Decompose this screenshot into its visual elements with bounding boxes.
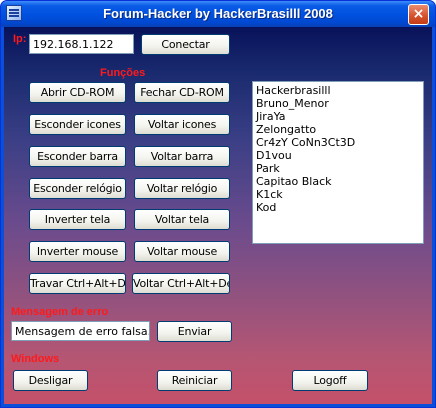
- restore-icons-button[interactable]: Voltar icones: [134, 114, 230, 135]
- error-message-title: Mensagem de erro: [11, 306, 109, 318]
- restore-clock-button[interactable]: Voltar relógio: [134, 178, 230, 199]
- shutdown-button[interactable]: Desligar: [13, 370, 88, 391]
- error-message-input[interactable]: [11, 321, 150, 341]
- hide-taskbar-button[interactable]: Esconder barra: [29, 146, 126, 167]
- list-item[interactable]: Hackerbrasilll: [256, 84, 423, 97]
- list-item[interactable]: K1ck: [256, 188, 423, 201]
- app-window: Forum-Hacker by HackerBrasilll 2008 × Ip…: [0, 0, 436, 408]
- list-item[interactable]: D1vou: [256, 149, 423, 162]
- window-frame-bottom: [1, 404, 435, 407]
- send-button[interactable]: Enviar: [157, 321, 232, 342]
- hide-icons-button[interactable]: Esconder icones: [29, 114, 126, 135]
- window-frame-right: [432, 27, 435, 407]
- restore-taskbar-button[interactable]: Voltar barra: [134, 146, 230, 167]
- list-item[interactable]: Capitao Black: [256, 175, 423, 188]
- restore-screen-button[interactable]: Voltar tela: [134, 209, 230, 230]
- windows-title: Windows: [11, 353, 60, 365]
- list-item[interactable]: Park: [256, 162, 423, 175]
- list-item[interactable]: Cr4zY CoNn3Ct3D: [256, 136, 423, 149]
- close-icon[interactable]: ×: [408, 4, 429, 25]
- title-bar[interactable]: Forum-Hacker by HackerBrasilll 2008 ×: [1, 1, 435, 27]
- lock-ctrl-alt-del-button[interactable]: Travar Ctrl+Alt+Del: [29, 273, 126, 294]
- list-item[interactable]: Kod: [256, 201, 423, 214]
- restore-mouse-button[interactable]: Voltar mouse: [134, 241, 230, 262]
- list-item[interactable]: JiraYa: [256, 110, 423, 123]
- list-item[interactable]: Zelongatto: [256, 123, 423, 136]
- connect-button[interactable]: Conectar: [141, 34, 230, 55]
- list-item[interactable]: Bruno_Menor: [256, 97, 423, 110]
- functions-title: Funções: [100, 67, 146, 79]
- open-cdrom-button[interactable]: Abrir CD-ROM: [29, 82, 126, 103]
- window-title: Forum-Hacker by HackerBrasilll 2008: [103, 6, 333, 21]
- form-client-area: Ip: Conectar Funções Abrir CD-ROM Fechar…: [4, 27, 432, 404]
- ip-label: Ip:: [13, 33, 27, 45]
- invert-mouse-button[interactable]: Inverter mouse: [29, 241, 126, 262]
- hide-clock-button[interactable]: Esconder relógio: [29, 178, 126, 199]
- restart-button[interactable]: Reiniciar: [157, 370, 232, 391]
- invert-screen-button[interactable]: Inverter tela: [29, 209, 126, 230]
- logoff-button[interactable]: Logoff: [292, 370, 368, 391]
- close-cdrom-button[interactable]: Fechar CD-ROM: [134, 82, 230, 103]
- connected-users-list[interactable]: Hackerbrasilll Bruno_Menor JiraYa Zelong…: [252, 81, 424, 244]
- restore-ctrl-alt-del-button[interactable]: Voltar Ctrl+Alt+Del: [132, 273, 230, 294]
- ip-input[interactable]: [29, 34, 134, 54]
